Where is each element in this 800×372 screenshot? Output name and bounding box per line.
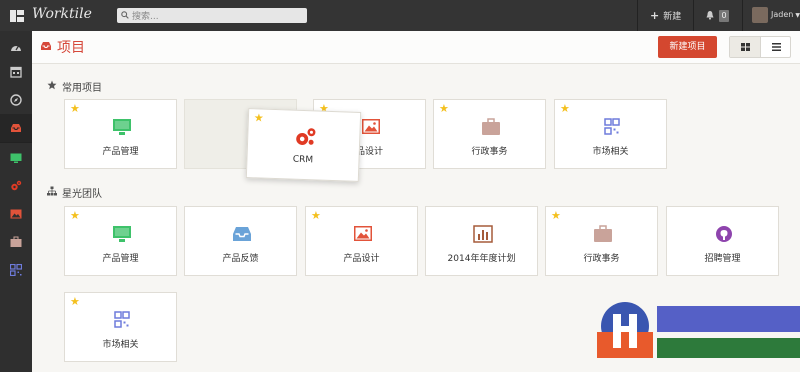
search-placeholder: 搜索...	[132, 12, 159, 22]
briefcase-icon	[10, 236, 22, 247]
briefcase-icon	[482, 118, 500, 135]
gears-icon	[296, 128, 316, 145]
gears-icon	[11, 180, 22, 191]
project-card[interactable]: ★ 产品管理	[64, 99, 177, 169]
project-name: 行政事务	[583, 254, 620, 264]
watermark-banner	[657, 338, 800, 358]
inbox-icon	[11, 124, 21, 132]
page-title: 项目	[57, 40, 85, 56]
divider	[637, 0, 638, 31]
notification-count-badge[interactable]: 0	[719, 10, 729, 22]
search-icon	[121, 11, 129, 19]
page-header: 项目 新建项目	[32, 31, 800, 64]
sidebar-item-projects[interactable]	[0, 114, 32, 142]
avatar[interactable]	[752, 7, 768, 23]
briefcase-icon	[594, 225, 612, 242]
star-icon[interactable]: ★	[70, 296, 80, 307]
project-card[interactable]: 产品反馈	[184, 206, 297, 276]
inbox-icon	[233, 227, 251, 241]
calendar-icon	[10, 66, 22, 78]
qrcode-icon	[10, 264, 22, 276]
grid-view-button[interactable]	[730, 37, 761, 57]
watermark-logo-icon	[595, 300, 655, 358]
bell-icon[interactable]	[705, 10, 715, 20]
project-name: 产品管理	[102, 147, 139, 157]
sidebar-item-image[interactable]	[0, 200, 32, 228]
compass-icon	[10, 94, 22, 106]
search-input[interactable]: 搜索...	[117, 8, 307, 23]
section-title-team: 星光团队	[62, 189, 102, 200]
sidebar-item-gears[interactable]	[0, 172, 32, 200]
project-card[interactable]: ★ 产品管理	[64, 206, 177, 276]
inbox-icon	[41, 42, 51, 50]
project-name: 市场相关	[102, 340, 139, 350]
image-icon	[10, 209, 22, 219]
star-icon[interactable]: ★	[70, 103, 80, 114]
section-title-favorites: 常用项目	[62, 83, 102, 94]
project-card[interactable]: ★ 行政事务	[433, 99, 546, 169]
plus-icon: +	[650, 9, 660, 22]
sidebar-item-monitor[interactable]	[0, 144, 32, 172]
list-icon	[772, 43, 781, 51]
github-icon	[716, 226, 732, 242]
star-icon[interactable]: ★	[560, 103, 570, 114]
project-name: 2014年年度计划	[447, 254, 516, 264]
sidebar-item-calendar[interactable]	[0, 58, 32, 86]
project-name: 产品反馈	[222, 254, 259, 264]
project-card[interactable]: ★ 行政事务	[545, 206, 658, 276]
project-name: 产品管理	[102, 254, 139, 264]
sidebar-item-explore[interactable]	[0, 86, 32, 114]
logo-icon[interactable]	[10, 10, 24, 22]
star-icon	[47, 80, 57, 90]
watermark-banner	[657, 306, 800, 332]
left-sidebar	[0, 31, 32, 372]
brand-logo[interactable]: Worktile	[32, 6, 92, 22]
project-card[interactable]: ★ 市场相关	[64, 292, 177, 362]
project-name: 招聘管理	[704, 254, 741, 264]
sidebar-item-qrcode[interactable]	[0, 256, 32, 284]
monitor-icon	[113, 226, 131, 242]
divider	[693, 0, 694, 31]
project-card[interactable]: ★ 产品设计	[305, 206, 418, 276]
sitemap-icon	[47, 186, 57, 196]
qrcode-icon	[604, 118, 620, 135]
image-icon	[362, 119, 380, 134]
project-card[interactable]: 招聘管理	[666, 206, 779, 276]
project-name: CRM	[292, 154, 314, 166]
monitor-icon	[10, 153, 22, 163]
view-toggle	[729, 36, 791, 58]
project-card[interactable]: ★ 市场相关	[554, 99, 667, 169]
project-card[interactable]: 2014年年度计划	[425, 206, 538, 276]
grid-icon	[741, 43, 750, 51]
qrcode-icon	[114, 311, 130, 328]
image-icon	[354, 226, 372, 241]
project-name: 行政事务	[471, 147, 508, 157]
star-icon[interactable]: ★	[439, 103, 449, 114]
new-button[interactable]: + 新建	[650, 9, 681, 22]
user-menu[interactable]: Jaden ▼	[771, 10, 800, 19]
star-icon[interactable]: ★	[551, 210, 561, 221]
caret-down-icon: ▼	[795, 12, 800, 19]
divider	[0, 142, 32, 143]
star-icon[interactable]: ★	[311, 210, 321, 221]
divider	[742, 0, 743, 31]
new-button-label: 新建	[663, 12, 682, 22]
sidebar-item-briefcase[interactable]	[0, 228, 32, 256]
list-view-button[interactable]	[761, 37, 791, 57]
dragging-project-card[interactable]: ★ CRM	[245, 108, 362, 182]
project-name: 市场相关	[592, 147, 629, 157]
user-name: Jaden	[771, 10, 794, 19]
bar-chart-icon	[473, 225, 493, 243]
star-icon[interactable]: ★	[70, 210, 80, 221]
watermark	[595, 300, 800, 358]
top-bar: Worktile 搜索... + 新建 0 Jaden ▼	[0, 0, 800, 31]
monitor-icon	[113, 119, 131, 135]
star-icon[interactable]: ★	[254, 111, 264, 124]
dashboard-icon	[11, 45, 21, 51]
new-project-button[interactable]: 新建项目	[658, 36, 717, 58]
project-name: 产品设计	[343, 254, 380, 264]
